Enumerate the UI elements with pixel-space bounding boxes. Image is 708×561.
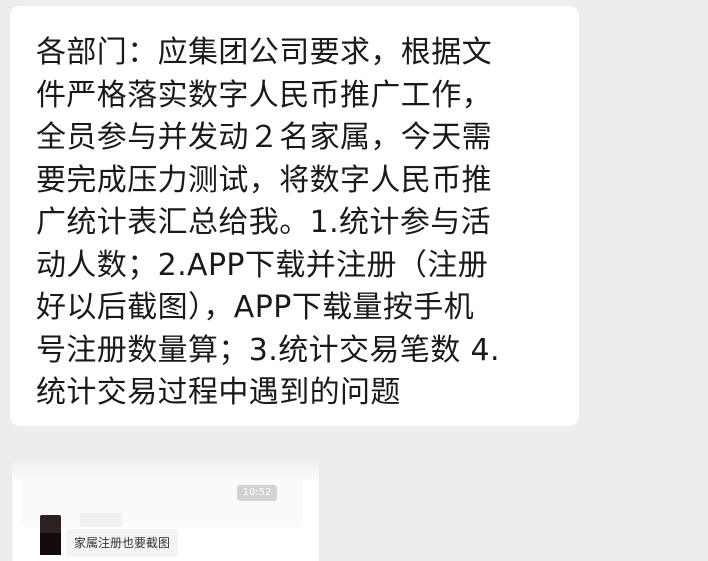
faded-thumbnail xyxy=(80,513,122,527)
image-thumbnail[interactable] xyxy=(40,515,61,555)
image-thumbnail-shade xyxy=(40,533,61,555)
timestamp-badge: 10:52 xyxy=(237,485,277,501)
message-text: 各部门：应集团公司要求，根据文 件严格落实数字人民币推广工作， 全员参与并发动２… xyxy=(36,35,500,410)
quoted-caption: 家属注册也要截图 xyxy=(66,529,179,557)
chat-window: 各部门：应集团公司要求，根据文 件严格落实数字人民币推广工作， 全员参与并发动２… xyxy=(0,0,708,561)
message-bubble[interactable]: 各部门：应集团公司要求，根据文 件严格落实数字人民币推广工作， 全员参与并发动２… xyxy=(10,6,579,426)
blurred-header xyxy=(12,459,319,479)
